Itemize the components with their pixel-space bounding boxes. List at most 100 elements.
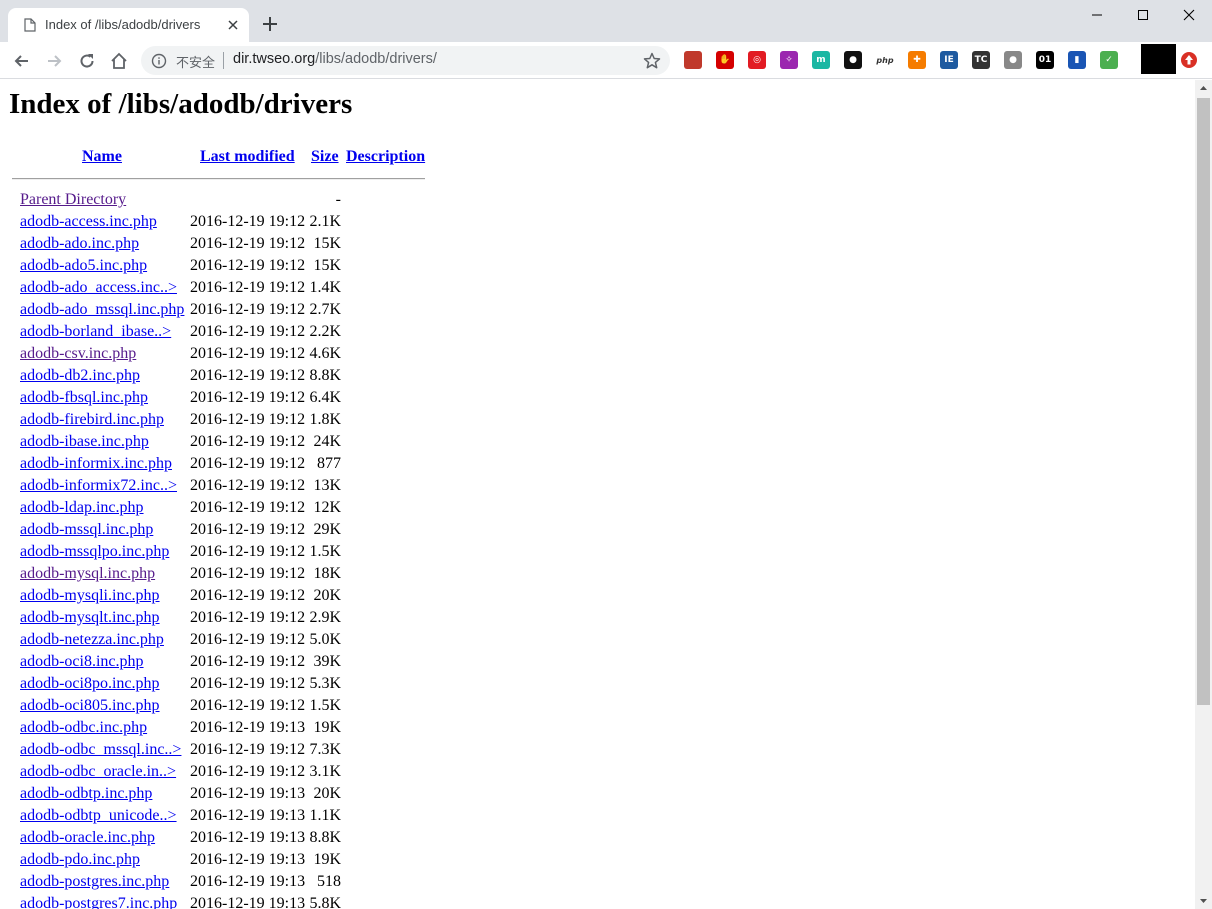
scrollbar-thumb[interactable] [1197, 98, 1210, 705]
swirl-extension-icon[interactable]: ◎ [748, 51, 766, 69]
divider [223, 52, 224, 69]
file-link[interactable]: adodb-ado_access.inc..> [20, 279, 177, 297]
ie-extension-icon[interactable]: IE [940, 51, 958, 69]
file-link[interactable]: adodb-odbc_mssql.inc..> [20, 741, 181, 759]
home-button[interactable] [106, 48, 132, 74]
file-link[interactable]: adodb-oci8.inc.php [20, 653, 144, 671]
vertical-scrollbar[interactable] [1195, 80, 1212, 909]
table-row: adodb-oci805.inc.php 2016-12-19 19:12 1.5K [0, 697, 430, 719]
file-link[interactable]: adodb-oci8po.inc.php [20, 675, 160, 693]
window-close-button[interactable] [1166, 0, 1212, 30]
column-header-last-modified[interactable]: Last modified [200, 148, 295, 166]
tab-strip: Index of /libs/adodb/drivers [0, 0, 1212, 42]
table-row: adodb-fbsql.inc.php 2016-12-19 19:12 6.4K [0, 389, 430, 411]
close-icon[interactable] [224, 16, 242, 34]
file-link[interactable]: adodb-pdo.inc.php [20, 851, 140, 869]
file-link[interactable]: adodb-mssqlpo.inc.php [20, 543, 169, 561]
file-link[interactable]: adodb-ibase.inc.php [20, 433, 149, 451]
last-modified: 2016-12-19 19:13 [190, 719, 306, 736]
php-extension-icon[interactable]: php [876, 51, 894, 69]
table-row: adodb-mysqlt.inc.php 2016-12-19 19:12 2.9K [0, 609, 430, 631]
address-bar[interactable]: 不安全 dir.twseo.org/libs/adodb/drivers/ [141, 46, 670, 75]
m-extension-icon[interactable]: m [812, 51, 830, 69]
maximize-button[interactable] [1120, 0, 1166, 30]
file-link[interactable]: adodb-odbtp.inc.php [20, 785, 152, 803]
file-link[interactable]: adodb-informix.inc.php [20, 455, 172, 473]
file-link[interactable]: adodb-netezza.inc.php [20, 631, 164, 649]
file-link[interactable]: adodb-db2.inc.php [20, 367, 140, 385]
file-size: 8.8K [309, 829, 341, 846]
profile-avatar[interactable] [1141, 44, 1176, 74]
orange-extension-icon[interactable]: ✚ [908, 51, 926, 69]
back-button[interactable] [9, 48, 35, 74]
scroll-up-arrow-icon[interactable] [1195, 80, 1212, 97]
file-link[interactable]: adodb-ldap.inc.php [20, 499, 144, 517]
file-link[interactable]: adodb-odbc_oracle.in..> [20, 763, 176, 781]
book-extension-icon[interactable] [684, 51, 702, 69]
file-size: 4.6K [309, 345, 341, 362]
plus-icon[interactable] [260, 14, 280, 34]
last-modified: 2016-12-19 19:12 [190, 213, 306, 230]
file-link[interactable]: adodb-postgres.inc.php [20, 873, 169, 891]
scroll-down-arrow-icon[interactable] [1195, 892, 1212, 909]
table-row: adodb-netezza.inc.php 2016-12-19 19:12 5.0… [0, 631, 430, 653]
parent-directory-link[interactable]: Parent Directory [20, 191, 126, 209]
reload-button[interactable] [74, 48, 100, 74]
reload-icon [80, 54, 94, 68]
info-icon[interactable] [151, 53, 167, 69]
file-size: 39K [313, 653, 341, 670]
file-link[interactable]: adodb-mssql.inc.php [20, 521, 153, 539]
file-link[interactable]: adodb-mysql.inc.php [20, 565, 155, 583]
file-size: 29K [313, 521, 341, 538]
column-header-size[interactable]: Size [311, 148, 339, 166]
security-label[interactable]: 不安全 [176, 52, 215, 71]
last-modified: 2016-12-19 19:12 [190, 345, 306, 362]
file-link[interactable]: adodb-ado5.inc.php [20, 257, 147, 275]
gray-extension-icon[interactable]: ● [1004, 51, 1022, 69]
o1-extension-icon[interactable]: 01 [1036, 51, 1054, 69]
puzzle-extension-icon[interactable]: ✧ [780, 51, 798, 69]
last-modified: 2016-12-19 19:12 [190, 565, 306, 582]
url-text[interactable]: dir.twseo.org/libs/adodb/drivers/ [233, 51, 437, 67]
bookmark-extension-icon[interactable]: ▮ [1068, 51, 1086, 69]
up-arrow-icon [1181, 52, 1197, 68]
column-header-description[interactable]: Description [346, 148, 425, 166]
tc-extension-icon[interactable]: TC [972, 51, 990, 69]
file-link[interactable]: adodb-mysqli.inc.php [20, 587, 160, 605]
star-icon[interactable] [642, 51, 662, 71]
last-modified: 2016-12-19 19:12 [190, 521, 306, 538]
home-icon [111, 52, 127, 69]
file-link[interactable]: adodb-fbsql.inc.php [20, 389, 148, 407]
last-modified: 2016-12-19 19:12 [190, 609, 306, 626]
file-link[interactable]: adodb-access.inc.php [20, 213, 157, 231]
file-link[interactable]: adodb-odbc.inc.php [20, 719, 147, 737]
arrow-right-icon [48, 55, 62, 67]
file-link[interactable]: adodb-ado.inc.php [20, 235, 139, 253]
file-link[interactable]: adodb-oci805.inc.php [20, 697, 160, 715]
file-size: 7.3K [309, 741, 341, 758]
table-row: adodb-ado.inc.php 2016-12-19 19:12 15K [0, 235, 430, 257]
file-link[interactable]: adodb-informix72.inc..> [20, 477, 177, 495]
forward-button[interactable] [41, 48, 67, 74]
file-link[interactable]: adodb-mysqlt.inc.php [20, 609, 160, 627]
file-link[interactable]: adodb-firebird.inc.php [20, 411, 164, 429]
inbox-extension-icon[interactable]: ✓ [1100, 51, 1118, 69]
table-row: adodb-mysql.inc.php 2016-12-19 19:12 18K [0, 565, 430, 587]
minimize-button[interactable] [1074, 0, 1120, 30]
file-link[interactable]: adodb-oracle.inc.php [20, 829, 155, 847]
ghost-extension-icon[interactable]: ● [844, 51, 862, 69]
close-icon [1183, 9, 1195, 21]
file-link[interactable]: adodb-ado_mssql.inc.php [20, 301, 184, 319]
browser-tab[interactable]: Index of /libs/adodb/drivers [8, 8, 249, 42]
browser-toolbar: 不安全 dir.twseo.org/libs/adodb/drivers/ ✋ ◎… [0, 42, 1212, 79]
column-header-name[interactable]: Name [82, 148, 122, 166]
update-button[interactable] [1176, 47, 1202, 73]
file-link[interactable]: adodb-csv.inc.php [20, 345, 136, 363]
page-content: Index of /libs/adodb/drivers Name Last m… [0, 80, 1195, 909]
adblock-extension-icon[interactable]: ✋ [716, 51, 734, 69]
last-modified: 2016-12-19 19:12 [190, 235, 306, 252]
file-link[interactable]: adodb-borland_ibase..> [20, 323, 171, 341]
file-link[interactable]: adodb-postgres7.inc.php [20, 895, 177, 909]
file-link[interactable]: adodb-odbtp_unicode..> [20, 807, 177, 825]
last-modified: 2016-12-19 19:12 [190, 653, 306, 670]
